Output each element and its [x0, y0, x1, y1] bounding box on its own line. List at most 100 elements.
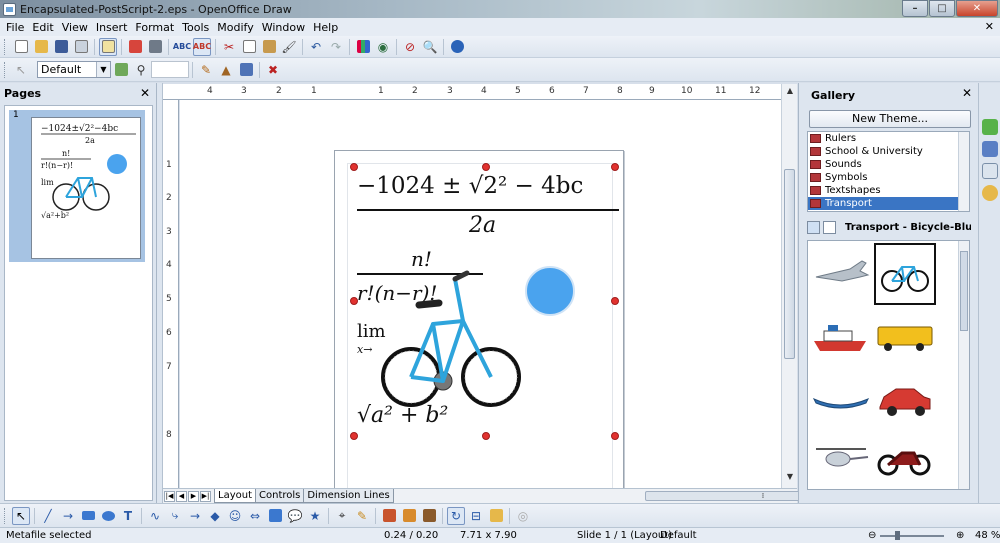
line-tool-icon[interactable]: ╱: [39, 507, 57, 525]
gallery-item-ship[interactable]: [810, 307, 872, 369]
theme-item-selected[interactable]: Transport: [808, 197, 969, 210]
icon-view-button[interactable]: [807, 220, 820, 234]
arrow-tool-icon[interactable]: →: [59, 507, 77, 525]
clone-formatting-icon[interactable]: 🖌: [280, 38, 298, 56]
tab-layout[interactable]: Layout: [214, 489, 256, 503]
autospellcheck-icon[interactable]: ABC: [193, 37, 211, 56]
export-pdf-icon[interactable]: [126, 38, 144, 56]
toolbar-grip[interactable]: [4, 507, 7, 524]
toolbar-grip[interactable]: [4, 38, 7, 55]
new-document-icon[interactable]: [12, 38, 30, 56]
line-style-icon[interactable]: ⚲: [132, 61, 150, 79]
stars-icon[interactable]: ★: [306, 507, 324, 525]
minimize-button[interactable]: –: [902, 0, 928, 17]
styles-icon[interactable]: [982, 141, 998, 157]
maximize-button[interactable]: □: [929, 0, 955, 17]
gallery-item-canoe[interactable]: [810, 371, 872, 433]
zoom-out-icon[interactable]: ⊖: [868, 530, 876, 541]
open-icon[interactable]: [32, 38, 50, 56]
close-gallery-icon[interactable]: ✕: [962, 86, 972, 100]
vertical-scrollbar[interactable]: ▲ ▼: [781, 84, 797, 488]
zoom-icon[interactable]: 🔍: [421, 38, 439, 56]
text-tool-icon[interactable]: T: [119, 507, 137, 525]
zoom-slider[interactable]: [880, 535, 944, 537]
navigator-icon[interactable]: ◉: [374, 38, 392, 56]
theme-item[interactable]: Sounds: [808, 158, 969, 171]
spellcheck-icon[interactable]: ABC: [173, 38, 191, 56]
gallery-item-helicopter[interactable]: [810, 435, 872, 497]
style-combo[interactable]: Default ▼: [37, 61, 111, 78]
ellipse-tool-icon[interactable]: [99, 507, 117, 525]
zoom-level[interactable]: 48 %: [975, 530, 1000, 541]
shadow-icon[interactable]: [237, 61, 255, 79]
selection-handle[interactable]: [611, 297, 619, 305]
close-pages-panel-icon[interactable]: ✕: [140, 86, 150, 100]
arrow-style-icon[interactable]: ↖: [12, 61, 30, 79]
menu-help[interactable]: Help: [309, 21, 342, 34]
curve-tool-icon[interactable]: ∿: [146, 507, 164, 525]
gallery-item-bus[interactable]: [874, 307, 936, 369]
navigator-icon[interactable]: [982, 185, 998, 201]
selection-handle[interactable]: [611, 432, 619, 440]
menu-file[interactable]: File: [2, 21, 28, 34]
selection-handle[interactable]: [482, 432, 490, 440]
theme-item[interactable]: Textshapes: [808, 184, 969, 197]
fontwork-icon[interactable]: [380, 507, 398, 525]
menu-window[interactable]: Window: [258, 21, 309, 34]
close-document-icon[interactable]: ✕: [985, 20, 994, 33]
theme-item[interactable]: Symbols: [808, 171, 969, 184]
help-icon[interactable]: [448, 38, 466, 56]
paste-icon[interactable]: [260, 38, 278, 56]
chart-icon[interactable]: [354, 38, 372, 56]
toolbar-grip[interactable]: [4, 61, 7, 78]
horizontal-ruler[interactable]: 4 3 2 1 1 2 3 4 5 6 7 8 9 10 11 12: [163, 84, 783, 100]
next-tab-icon[interactable]: ▶: [188, 490, 199, 502]
menu-edit[interactable]: Edit: [28, 21, 57, 34]
bicycle-image[interactable]: [381, 259, 521, 419]
menu-modify[interactable]: Modify: [213, 21, 257, 34]
gallery-item-motorcycle[interactable]: [874, 435, 936, 497]
selection-handle[interactable]: [350, 163, 358, 171]
slide-page[interactable]: −1024 ± √2² − 4bc 2a n! r!(n−r)! lim x→ …: [334, 150, 624, 488]
prev-tab-icon[interactable]: ◀: [176, 490, 187, 502]
print-icon[interactable]: [146, 38, 164, 56]
properties-icon[interactable]: [982, 119, 998, 135]
basic-shapes-icon[interactable]: ◆: [206, 507, 224, 525]
zoom-slider-knob[interactable]: [895, 531, 900, 540]
menu-format[interactable]: Format: [131, 21, 178, 34]
scroll-up-icon[interactable]: ▲: [784, 86, 796, 98]
save-icon[interactable]: [52, 38, 70, 56]
undo-icon[interactable]: ↶: [307, 38, 325, 56]
glue-points-icon[interactable]: ✎: [353, 507, 371, 525]
rotate-icon[interactable]: ↻: [447, 506, 465, 525]
close-button[interactable]: ✕: [956, 0, 998, 17]
flowchart-icon[interactable]: [266, 507, 284, 525]
copy-icon[interactable]: [240, 38, 258, 56]
blue-circle-shape[interactable]: [524, 265, 576, 317]
line-width-field[interactable]: [151, 61, 189, 78]
last-tab-icon[interactable]: ▶|: [200, 490, 211, 502]
theme-item[interactable]: School & University: [808, 145, 969, 158]
arrange-icon[interactable]: [487, 507, 505, 525]
gallery-item-airplane[interactable]: [810, 243, 872, 305]
menu-insert[interactable]: Insert: [92, 21, 132, 34]
tab-controls[interactable]: Controls: [255, 489, 305, 503]
rectangle-tool-icon[interactable]: [79, 507, 97, 525]
drawing-canvas[interactable]: −1024 ± √2² − 4bc 2a n! r!(n−r)! lim x→ …: [180, 100, 781, 488]
lines-arrows-icon[interactable]: →: [186, 507, 204, 525]
draw-functions-icon[interactable]: ⊘: [401, 38, 419, 56]
points-icon[interactable]: ⌖: [333, 507, 351, 525]
cut-icon[interactable]: ✂: [220, 38, 238, 56]
selection-handle[interactable]: [482, 163, 490, 171]
menu-tools[interactable]: Tools: [178, 21, 213, 34]
theme-item[interactable]: Rulers: [808, 132, 969, 145]
selection-handle[interactable]: [350, 432, 358, 440]
select-icon[interactable]: ↖: [12, 506, 30, 525]
theme-list-scrollbar[interactable]: [958, 132, 969, 211]
symbol-shapes-icon[interactable]: ☺: [226, 507, 244, 525]
gallery-item-car[interactable]: [874, 371, 936, 433]
extrusion-icon[interactable]: ◎: [514, 507, 532, 525]
page-thumbnail[interactable]: 1 −1024±√2²−4bc 2a n! r!(n−r)! lim √a²+b…: [9, 110, 145, 262]
gallery-scroll-thumb[interactable]: [960, 251, 968, 331]
edit-file-icon[interactable]: [99, 37, 117, 56]
